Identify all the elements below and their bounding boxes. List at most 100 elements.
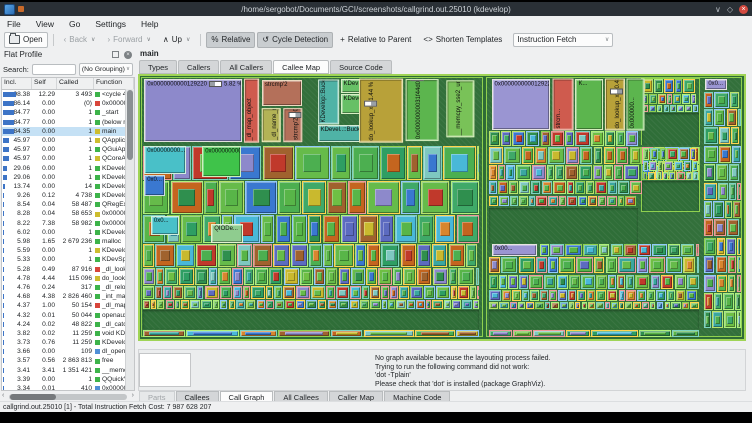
treemap-tile[interactable] — [401, 181, 420, 215]
treemap-tile[interactable] — [614, 165, 624, 180]
treemap-tile[interactable] — [273, 244, 290, 267]
treemap-tile[interactable] — [489, 195, 499, 207]
treemap-tile[interactable] — [704, 127, 719, 145]
treemap-tile[interactable] — [618, 290, 626, 301]
treemap-tile[interactable] — [598, 243, 610, 257]
table-row[interactable]: 98.38 12.29 3 493 <cycle 42> — [2, 90, 134, 99]
table-row[interactable]: 84.77 0.00 1 _start — [2, 108, 134, 117]
treemap-tile[interactable] — [143, 267, 155, 286]
table-row[interactable]: 4.76 0.24 317 _dl_relocat — [2, 283, 134, 292]
treemap-tile[interactable] — [432, 267, 448, 286]
treemap-tile[interactable] — [564, 131, 574, 146]
treemap-tile[interactable] — [450, 286, 458, 299]
float-icon[interactable] — [112, 51, 119, 58]
treemap-tile[interactable] — [651, 243, 667, 257]
treemap-tile[interactable] — [381, 300, 387, 309]
treemap-tile[interactable] — [674, 79, 683, 94]
treemap-tile[interactable] — [389, 286, 398, 299]
close-icon[interactable]: × — [739, 4, 748, 14]
treemap-tile[interactable] — [377, 267, 392, 286]
treemap-tile[interactable] — [704, 292, 713, 311]
treemap-tile[interactable] — [630, 181, 642, 195]
treemap-tile[interactable] — [475, 267, 480, 286]
treemap-tile[interactable] — [239, 330, 277, 338]
treemap-tile[interactable] — [347, 181, 367, 215]
treemap-tile[interactable] — [416, 267, 432, 286]
treemap-tile[interactable] — [654, 79, 664, 94]
table-row[interactable]: 3.66 0.00 109 dl_open_w — [2, 347, 134, 356]
treemap-tile[interactable] — [731, 127, 740, 145]
treemap-tile[interactable] — [322, 215, 340, 243]
treemap-tile[interactable] — [219, 300, 228, 309]
treemap-tile[interactable] — [331, 330, 363, 338]
menu-go[interactable]: Go — [69, 19, 80, 29]
treemap-tile[interactable] — [667, 290, 675, 301]
treemap-tile[interactable] — [512, 131, 526, 146]
treemap-tile[interactable] — [155, 286, 163, 299]
treemap-tile[interactable] — [696, 257, 700, 274]
treemap-tile[interactable] — [656, 171, 662, 180]
scroll-left-icon[interactable]: ‹ — [2, 392, 4, 399]
treemap-tile[interactable] — [580, 147, 593, 165]
treemap-tile[interactable] — [379, 215, 395, 243]
treemap-tile[interactable] — [274, 300, 284, 309]
treemap-tile[interactable] — [499, 302, 509, 309]
treemap-tile[interactable] — [662, 171, 668, 180]
treemap-tile[interactable] — [551, 131, 564, 146]
treemap-tile[interactable] — [548, 257, 558, 274]
treemap-tile[interactable] — [510, 195, 518, 207]
tab-callers[interactable]: Callers — [178, 60, 220, 74]
treemap-tile[interactable] — [338, 267, 351, 286]
table-row[interactable]: 3.34 0.01 410 0x0000000 — [2, 384, 134, 390]
menu-file[interactable]: File — [7, 19, 21, 29]
treemap-tile[interactable] — [314, 267, 325, 286]
treemap-tile[interactable] — [466, 244, 478, 267]
treemap-tile[interactable] — [380, 146, 407, 180]
treemap-tile[interactable] — [553, 181, 567, 195]
treemap-tile[interactable] — [716, 164, 728, 182]
treemap-tile[interactable] — [544, 274, 557, 290]
treemap-tile[interactable] — [548, 195, 558, 207]
treemap-tile[interactable] — [536, 257, 548, 274]
treemap-tile[interactable] — [723, 311, 736, 329]
treemap-tile[interactable] — [156, 267, 164, 286]
treemap-tile[interactable] — [143, 300, 150, 309]
treemap-tile[interactable] — [435, 215, 456, 243]
treemap-tile-do-lookup-x[interactable]: do_lookup_x 1.44 % — [359, 78, 404, 143]
treemap-tile[interactable] — [526, 131, 540, 146]
treemap-tile[interactable] — [605, 257, 617, 274]
treemap-tile[interactable] — [685, 171, 693, 180]
treemap-tile[interactable] — [737, 108, 741, 126]
treemap-tile[interactable] — [181, 215, 203, 243]
treemap-tile[interactable] — [714, 91, 729, 108]
treemap-tile[interactable] — [456, 215, 479, 243]
treemap-tile[interactable] — [728, 256, 737, 274]
treemap-tile[interactable] — [156, 300, 165, 309]
treemap-tile[interactable] — [736, 237, 741, 255]
treemap-tile[interactable] — [232, 267, 244, 286]
callee-treemap[interactable]: 0x0000000000129220 5.82 % _dl_map_object st… — [140, 76, 744, 339]
treemap-tile[interactable] — [715, 256, 728, 274]
treemap-tile[interactable] — [686, 274, 699, 290]
treemap-tile[interactable] — [489, 165, 497, 180]
treemap-tile[interactable] — [587, 290, 595, 301]
table-row[interactable]: 8.54 0.04 58 487 QRegExp:: — [2, 200, 134, 209]
treemap-tile[interactable] — [489, 274, 498, 290]
treemap-tile[interactable] — [165, 300, 174, 309]
treemap-tile[interactable] — [242, 286, 251, 299]
treemap-tile[interactable] — [443, 146, 476, 180]
treemap-tile[interactable] — [649, 94, 658, 104]
treemap-tile[interactable] — [266, 300, 274, 309]
treemap-tile[interactable] — [540, 131, 551, 146]
graph-overview-box[interactable] — [139, 353, 191, 387]
tab-callee-map[interactable]: Callee Map — [273, 60, 330, 74]
treemap-tile[interactable] — [704, 311, 711, 329]
treemap-tile[interactable] — [275, 215, 292, 243]
treemap-tile[interactable] — [366, 267, 377, 286]
treemap-tile-dl-name-match-p[interactable]: _dl_name_match_p1.04 % — [262, 108, 281, 143]
treemap-tile[interactable] — [277, 330, 331, 338]
treemap-tile[interactable] — [529, 274, 543, 290]
treemap-tile[interactable] — [732, 200, 741, 219]
treemap-tile[interactable] — [175, 300, 180, 309]
shorten-templates-button[interactable]: <> Shorten Templates — [418, 32, 507, 48]
